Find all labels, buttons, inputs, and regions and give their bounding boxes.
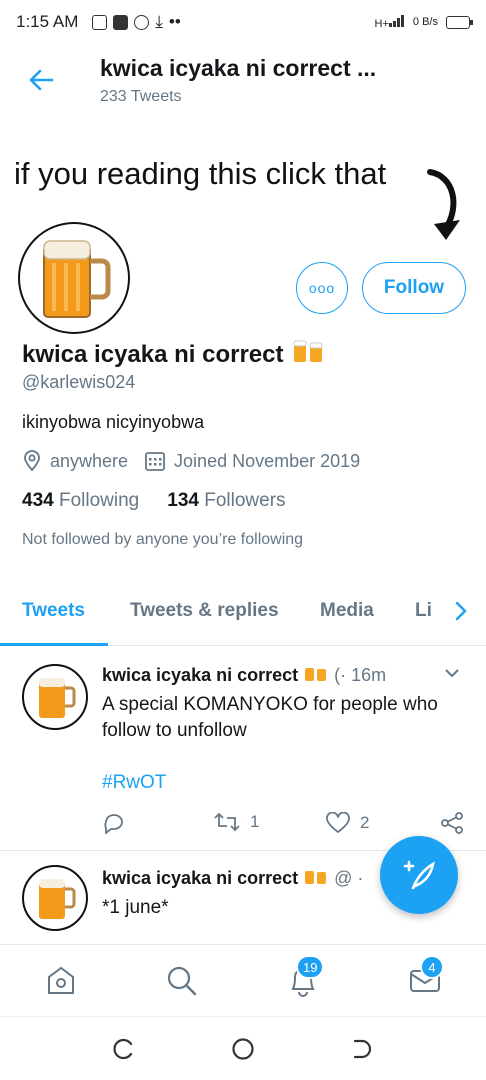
- sync-icon: [134, 14, 150, 30]
- home-icon[interactable]: [44, 963, 78, 1002]
- profile-avatar[interactable]: [20, 224, 128, 332]
- banner-text: if you reading this click that: [14, 156, 387, 191]
- location-pin-icon: [22, 450, 42, 472]
- arrow-left-icon[interactable]: [26, 65, 56, 95]
- header-title: kwica icyaka ni correct ...: [100, 54, 377, 81]
- beer-mugs-icon: [304, 867, 328, 890]
- status-time: 1:15 AM: [16, 12, 79, 31]
- reply-button[interactable]: [102, 812, 136, 834]
- profile-handle: @karlewis024: [22, 372, 136, 392]
- tweet-count: 233 Tweets: [100, 87, 182, 105]
- bottom-navigation: 19 4: [0, 944, 486, 1016]
- net-speed: 0 B/s: [412, 16, 438, 28]
- back-nav-icon[interactable]: [350, 1037, 374, 1066]
- tweet[interactable]: kwica icyaka ni correct (· 16m A special…: [0, 646, 486, 850]
- profile-name-text: kwica icyaka ni correct: [22, 340, 284, 368]
- retweet-button[interactable]: 1: [214, 812, 259, 832]
- tweet-avatar[interactable]: [22, 865, 88, 931]
- heart-icon: [326, 812, 350, 834]
- messages-badge: 4: [420, 955, 444, 979]
- tweet-actions: 1 2: [102, 812, 472, 836]
- beer-mugs-icon: [304, 664, 328, 687]
- tweet-text: A special KOMANYOKO for people who follo…: [102, 694, 438, 741]
- compose-feather-icon: [403, 860, 435, 890]
- profile-location: anywhere: [50, 450, 129, 471]
- tab-media[interactable]: Media: [320, 600, 374, 622]
- profile-tabs: Tweets Tweets & replies Media Li: [0, 584, 486, 646]
- like-count: 2: [360, 813, 370, 832]
- beer-mug-icon: [43, 240, 111, 318]
- profile-joined: Joined November 2019: [174, 450, 361, 471]
- tab-tweets-replies[interactable]: Tweets & replies: [130, 600, 279, 622]
- tweet-author-name: kwica icyaka ni correct: [102, 868, 299, 888]
- tweet-header: kwica icyaka ni correct (· 16m: [102, 664, 386, 687]
- recent-apps-icon[interactable]: [112, 1037, 136, 1066]
- download-icon: ⤓: [155, 12, 163, 31]
- app-icon: [92, 14, 108, 30]
- notification-icons: ⤓ ••: [92, 12, 181, 32]
- retweet-count: 1: [250, 812, 260, 831]
- tab-likes[interactable]: Li: [415, 600, 432, 622]
- status-right: H+ 0 B/s: [375, 14, 473, 30]
- tweet-hashtag[interactable]: #RwOT: [102, 772, 166, 794]
- more-options-button[interactable]: ooo: [296, 262, 348, 314]
- followers-link[interactable]: 134 Followers: [167, 490, 285, 512]
- retweet-icon: [214, 812, 240, 832]
- more-options-icon: ooo: [308, 280, 336, 296]
- system-navigation: [0, 1016, 486, 1080]
- battery-icon: [446, 15, 473, 29]
- not-followed-note: Not followed by anyone you’re following: [22, 531, 304, 548]
- compose-tweet-button[interactable]: [380, 836, 458, 914]
- beer-mug-icon: [39, 879, 76, 919]
- tweet-header: kwica icyaka ni correct @ ·: [102, 867, 363, 890]
- beer-mug-icon: [39, 678, 76, 718]
- share-icon: [441, 812, 463, 834]
- share-button[interactable]: [440, 812, 464, 834]
- tweet-avatar[interactable]: [22, 664, 88, 730]
- beer-mugs-icon: [292, 338, 326, 371]
- curved-arrow-icon: [427, 169, 460, 240]
- more-dots-icon: ••: [168, 12, 181, 31]
- reply-icon: [104, 814, 123, 834]
- tab-tweets[interactable]: Tweets: [22, 600, 85, 622]
- tweet-timestamp: @ ·: [334, 868, 364, 888]
- like-button[interactable]: 2: [326, 812, 369, 834]
- chevron-down-icon[interactable]: [444, 666, 460, 684]
- tweet-author-name: kwica icyaka ni correct: [102, 665, 299, 685]
- profile-name: kwica icyaka ni correct: [22, 338, 326, 371]
- notifications-badge: 19: [296, 955, 325, 979]
- search-icon[interactable]: [164, 963, 198, 1002]
- follow-button[interactable]: Follow: [362, 262, 466, 314]
- status-bar: 1:15 AM ⤓ •• H+ 0 B/s: [0, 0, 486, 44]
- profile-bio: ikinyobwa nicyinyobwa: [22, 412, 205, 432]
- profile-meta: anywhere Joined November 2019: [22, 450, 360, 472]
- home-circle-icon[interactable]: [231, 1037, 255, 1066]
- profile-header: kwica icyaka ni correct ... 233 Tweets: [0, 44, 486, 116]
- facebook-icon: [113, 14, 129, 30]
- tweet-timestamp: (· 16m: [334, 665, 387, 685]
- signal-icon: H+: [375, 14, 405, 30]
- follow-stats: 434 Following 134 Followers: [22, 490, 286, 512]
- following-link[interactable]: 434 Following: [22, 490, 139, 512]
- calendar-icon: [144, 450, 166, 472]
- chevron-right-icon[interactable]: [454, 600, 468, 627]
